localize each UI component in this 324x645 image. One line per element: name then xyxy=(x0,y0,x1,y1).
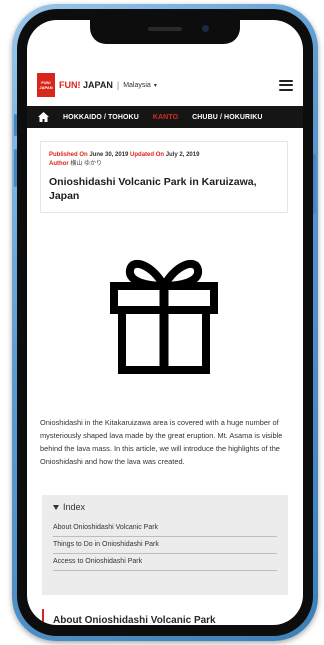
article-author: Author 横山 ゆかり xyxy=(49,160,279,169)
site-header: FUN! JAPAN FUN! JAPAN | Malaysia ▾ xyxy=(27,64,303,106)
site-logo[interactable]: FUN! JAPAN xyxy=(37,73,55,97)
article-title: Onioshidashi Volcanic Park in Karuizawa,… xyxy=(49,176,257,202)
home-icon[interactable] xyxy=(38,112,49,122)
nav-item-chubu-hokuriku[interactable]: CHUBU / HOKURIKU xyxy=(192,114,262,121)
phone-notch xyxy=(90,20,240,44)
toc-item-access[interactable]: Access to Onioshidashi Park xyxy=(53,554,277,571)
nav-item-kanto[interactable]: KANTO xyxy=(153,114,178,121)
updated-date: July 2, 2019 xyxy=(165,152,200,158)
background-fragment xyxy=(0,60,8,220)
chevron-down-icon[interactable]: ▾ xyxy=(154,82,157,89)
hamburger-icon[interactable] xyxy=(279,79,293,91)
front-camera xyxy=(202,25,209,32)
brand-fun: FUN! xyxy=(59,80,81,90)
brand-japan: JAPAN xyxy=(83,80,113,90)
article-hero-image xyxy=(40,220,288,410)
toc-item-about[interactable]: About Onioshidashi Volcanic Park xyxy=(53,520,277,537)
article-intro: Onioshidashi in the Kitakaruizawa area i… xyxy=(40,418,283,466)
triangle-down-icon xyxy=(53,504,59,510)
toc-toggle[interactable]: Index xyxy=(53,502,277,512)
updated-label: Updated On xyxy=(130,152,165,158)
phone-bezel: FUN! JAPAN FUN! JAPAN | Malaysia ▾ HOKKA… xyxy=(17,9,313,636)
nav-item-hokkaido-tohoku[interactable]: HOKKAIDO / TOHOKU xyxy=(63,114,139,121)
published-label: Published On xyxy=(49,152,88,158)
brand-name[interactable]: FUN! JAPAN xyxy=(59,80,113,90)
region-nav: HOKKAIDO / TOHOKU KANTO CHUBU / HOKURIKU xyxy=(27,106,303,128)
toc-heading: Index xyxy=(63,502,86,512)
region-selector[interactable]: Malaysia xyxy=(123,82,151,89)
article-dates: Published On June 30, 2019 Updated On Ju… xyxy=(49,151,279,160)
phone-screen: FUN! JAPAN FUN! JAPAN | Malaysia ▾ HOKKA… xyxy=(27,20,303,625)
article-meta-card: Published On June 30, 2019 Updated On Ju… xyxy=(40,141,288,213)
published-date: June 30, 2019 xyxy=(89,152,129,158)
gift-icon xyxy=(110,260,218,374)
section-heading: About Onioshidashi Volcanic Park xyxy=(42,609,282,625)
toc-item-things-to-do[interactable]: Things to Do in Onioshidashi Park xyxy=(53,537,277,554)
phone-frame: FUN! JAPAN FUN! JAPAN | Malaysia ▾ HOKKA… xyxy=(12,4,318,641)
speaker-grille xyxy=(148,27,182,31)
author-name[interactable]: 横山 ゆかり xyxy=(70,161,102,167)
header-separator: | xyxy=(116,80,120,90)
background-fragment xyxy=(0,340,8,460)
logo-text-bottom: JAPAN xyxy=(39,85,53,90)
author-label: Author xyxy=(49,161,69,167)
phone-side-button xyxy=(313,154,316,214)
table-of-contents: Index About Onioshidashi Volcanic Park T… xyxy=(42,495,288,595)
